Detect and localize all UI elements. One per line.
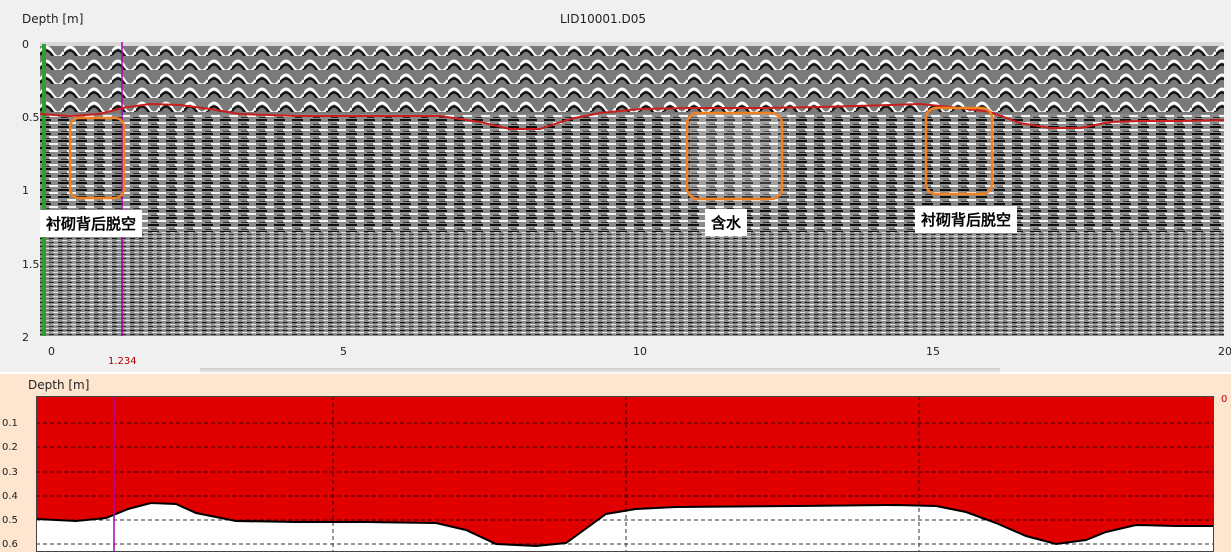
y-tick: 1 [22, 184, 29, 197]
y-tick: 0.5 [2, 515, 18, 526]
x-tick: 15 [926, 345, 940, 358]
y-tick: 0.2 [2, 442, 18, 453]
y-tick: 0.3 [2, 467, 18, 478]
cursor-position-readout: 1.234 [108, 356, 137, 367]
annotation-void-1: 衬砌背后脱空 [40, 210, 143, 237]
x-tick: 0 [48, 345, 55, 358]
depth-profile-chart[interactable] [36, 396, 1214, 552]
radargram[interactable] [40, 42, 1224, 336]
y-tick: 0.6 [2, 539, 18, 550]
y-tick: 2 [22, 331, 29, 344]
depth-profile-panel: Depth [m] 0 0.1 0.2 0.3 0.4 0.5 0.6 [0, 374, 1231, 552]
y-tick: 0 [22, 38, 29, 51]
y-tick: 1.5 [22, 258, 40, 271]
depth-axis-label: Depth [m] [22, 12, 84, 26]
y-tick: 0.5 [22, 111, 40, 124]
annotation-water: 含水 [705, 209, 748, 236]
x-tick: 10 [633, 345, 647, 358]
annotation-void-2: 衬砌背后脱空 [915, 206, 1018, 233]
x-tick: 5 [340, 345, 347, 358]
x-tick: 20 [1218, 345, 1231, 358]
y-tick: 0.1 [2, 418, 18, 429]
file-title: LID10001.D05 [560, 12, 646, 26]
right-axis-value: 0 [1221, 394, 1228, 405]
y-tick: 0.4 [2, 491, 18, 502]
gpr-profile-panel: Depth [m] LID10001.D05 0 0.5 1 1.5 2 衬砌背… [0, 0, 1231, 372]
depth-axis-label: Depth [m] [28, 378, 90, 392]
